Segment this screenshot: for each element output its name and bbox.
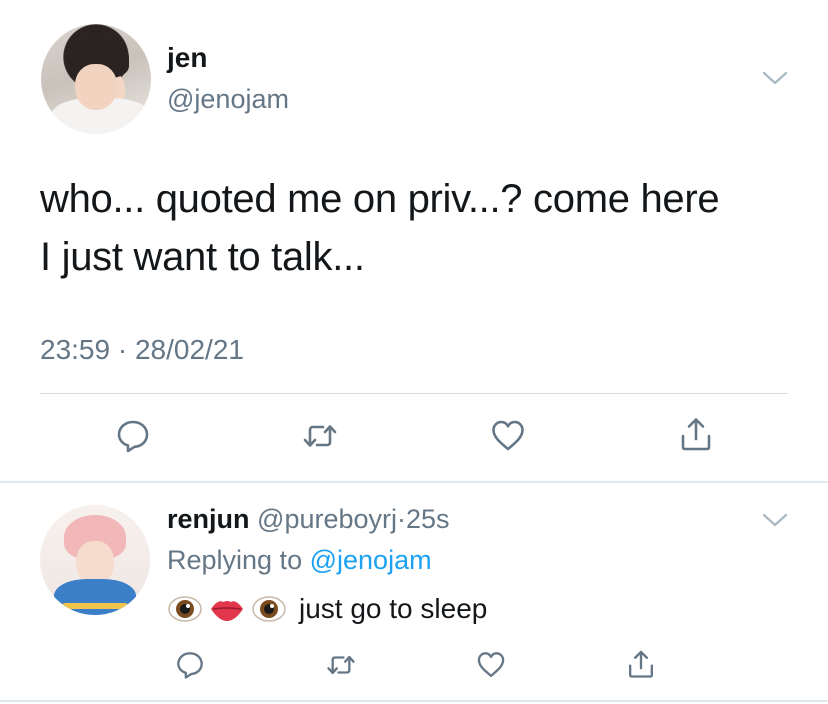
tweet-text-line-1: who... quoted me on priv...? come here <box>40 177 720 221</box>
like-icon <box>492 420 524 451</box>
reply-icon <box>177 652 203 679</box>
reply-body-text: just go to sleep <box>299 593 488 624</box>
replying-handle-link[interactable]: @jenojam <box>310 545 432 575</box>
tweet-time: 23:59 <box>40 334 111 365</box>
avatar-renjun[interactable] <box>40 505 150 615</box>
replying-to: Replying to @jenojam <box>167 545 432 576</box>
eye-emoji <box>168 596 202 622</box>
reply-age[interactable]: 25s <box>406 504 450 534</box>
retweet-icon <box>327 655 355 675</box>
reply-button[interactable] <box>175 650 205 680</box>
reply-icon <box>117 420 149 453</box>
like-icon <box>477 652 505 677</box>
tweet-text: who... quoted me on priv...? come here I… <box>40 170 810 286</box>
share-button[interactable] <box>626 648 656 680</box>
retweet-button[interactable] <box>302 418 338 454</box>
tweet-timestamp[interactable]: 23:59 · 28/02/21 <box>40 334 244 366</box>
divider <box>40 393 788 394</box>
tweet-text-line-2: I just want to talk... <box>40 235 365 279</box>
avatar-stripe <box>62 603 128 609</box>
avatar-face <box>75 64 117 110</box>
timestamp-separator: · <box>117 334 128 365</box>
retweet-button[interactable] <box>326 650 356 680</box>
share-button[interactable] <box>678 416 714 452</box>
tweet-display-name[interactable]: jen <box>167 42 207 74</box>
retweet-icon <box>303 425 337 447</box>
share-icon <box>629 650 653 678</box>
chevron-down-icon[interactable] <box>762 512 788 528</box>
eye-emoji <box>252 596 286 622</box>
reply-header: renjun @pureboyrj·25s <box>167 504 450 535</box>
reply-display-name[interactable]: renjun <box>167 504 250 534</box>
mouth-emoji <box>211 601 243 621</box>
section-divider <box>0 481 828 483</box>
bottom-divider <box>0 700 828 702</box>
share-icon <box>681 418 711 451</box>
chevron-down-icon[interactable] <box>762 70 788 86</box>
avatar-jen[interactable] <box>41 24 151 134</box>
like-button[interactable] <box>476 650 506 680</box>
replying-prefix: Replying to <box>167 545 303 575</box>
tweet-handle[interactable]: @jenojam <box>167 84 289 115</box>
reply-handle[interactable]: @pureboyrj <box>257 504 397 534</box>
tweet-date: 28/02/21 <box>134 334 244 365</box>
reply-separator: · <box>397 504 407 534</box>
reply-text: just go to sleep <box>167 593 487 625</box>
reply-button[interactable] <box>115 418 151 454</box>
like-button[interactable] <box>490 418 526 454</box>
avatar-shirt <box>54 579 136 615</box>
